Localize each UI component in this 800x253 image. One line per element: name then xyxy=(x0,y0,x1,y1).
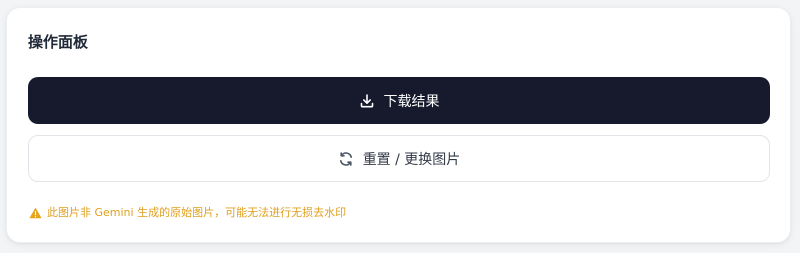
download-button-label: 下载结果 xyxy=(383,93,440,110)
warning-message: 此图片非 Gemini 生成的原始图片，可能无法进行无损去水印 xyxy=(29,206,346,220)
download-icon xyxy=(359,93,375,109)
download-button[interactable]: 下载结果 xyxy=(28,77,770,124)
warning-text: 此图片非 Gemini 生成的原始图片，可能无法进行无损去水印 xyxy=(47,206,347,219)
reset-button-label: 重置 / 更换图片 xyxy=(362,151,461,168)
reset-button[interactable]: 重置 / 更换图片 xyxy=(28,135,770,182)
warning-icon xyxy=(29,207,42,219)
control-panel: 操作面板 下载结果 重置 / 更换图片 此图片非 Gemini 生成的原始图片，… xyxy=(6,7,791,243)
panel-title: 操作面板 xyxy=(28,33,89,51)
refresh-icon xyxy=(338,151,354,167)
